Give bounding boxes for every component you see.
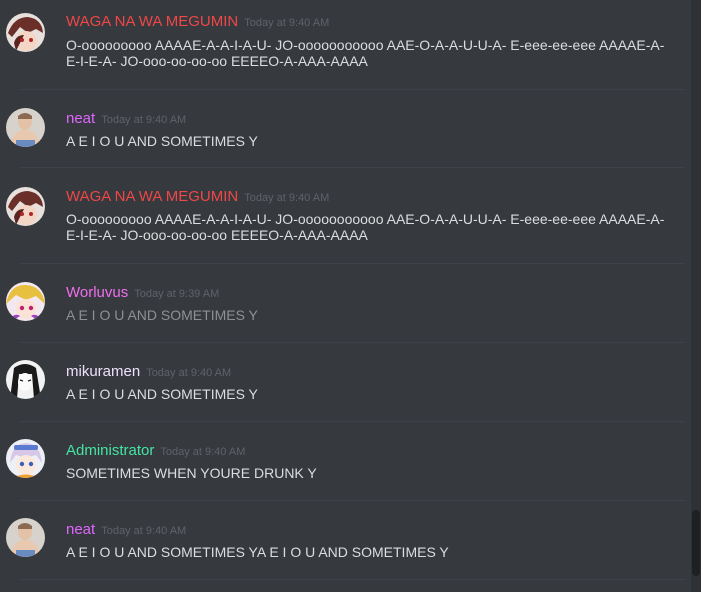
message-divider (20, 89, 685, 90)
author-name[interactable]: neat (66, 110, 95, 127)
scrollbar-thumb[interactable] (692, 510, 700, 576)
message-timestamp: Today at 9:40 AM (244, 17, 330, 29)
author-name[interactable]: neat (66, 521, 95, 538)
megumin-avatar-icon[interactable] (6, 187, 45, 226)
author-name[interactable]: WAGA NA WA MEGUMIN (66, 13, 238, 30)
message-timestamp: Today at 9:40 AM (160, 446, 246, 458)
message-timestamp: Today at 9:39 AM (134, 288, 220, 300)
mikuramen-avatar-icon[interactable] (6, 360, 45, 399)
message-timestamp: Today at 9:40 AM (146, 367, 232, 379)
administrator-avatar-icon[interactable] (6, 439, 45, 478)
chat-message-list: WAGA NA WA MEGUMIN Today at 9:40 AM O-ooo… (0, 0, 701, 592)
message-timestamp: Today at 9:40 AM (101, 525, 187, 537)
message-timestamp: Today at 9:40 AM (244, 192, 330, 204)
message-text: SOMETIMES WHEN YOURE DRUNK Y (66, 465, 317, 481)
neat-avatar-icon[interactable] (6, 108, 45, 147)
author-name[interactable]: mikuramen (66, 363, 140, 380)
message-text: A E I O U AND SOMETIMES Y (66, 307, 258, 323)
neat-avatar-icon[interactable] (6, 518, 45, 557)
message-divider (20, 342, 685, 343)
message-divider (20, 167, 685, 168)
message-divider (20, 421, 685, 422)
message-text: A E I O U AND SOMETIMES Y (66, 386, 258, 402)
message-divider (20, 263, 685, 264)
message-text: A E I O U AND SOMETIMES YA E I O U AND S… (66, 544, 449, 560)
author-name[interactable]: Administrator (66, 442, 154, 459)
message-text: A E I O U AND SOMETIMES Y (66, 133, 258, 149)
worluvus-avatar-icon[interactable] (6, 282, 45, 321)
message-text: O-ooooooooo AAAAE-A-A-I-A-U- JO-oooooooo… (66, 37, 665, 69)
author-name[interactable]: WAGA NA WA MEGUMIN (66, 188, 238, 205)
megumin-avatar-icon[interactable] (6, 13, 45, 52)
author-name[interactable]: Worluvus (66, 284, 128, 301)
scrollbar-track[interactable] (691, 0, 701, 592)
message-timestamp: Today at 9:40 AM (101, 114, 187, 126)
message-divider (20, 500, 685, 501)
message-text: O-ooooooooo AAAAE-A-A-I-A-U- JO-oooooooo… (66, 211, 665, 243)
message-divider (20, 579, 685, 580)
